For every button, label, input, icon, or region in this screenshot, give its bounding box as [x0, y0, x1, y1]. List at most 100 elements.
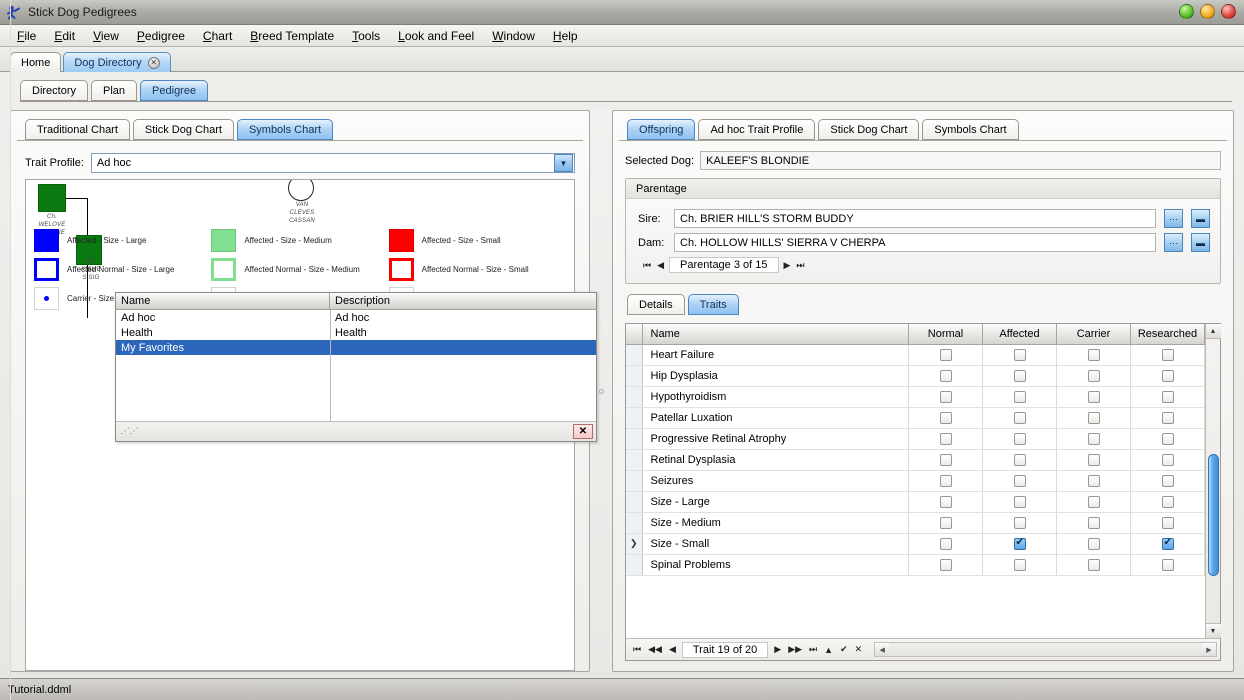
traits-horizontal-scrollbar[interactable]: ◀▶: [874, 642, 1217, 657]
trait-normal-cell[interactable]: [909, 512, 983, 533]
trait-researched-cell[interactable]: [1131, 491, 1205, 512]
menu-item-pedigree[interactable]: Pedigree: [128, 27, 194, 45]
trait-carrier-cell[interactable]: [1057, 512, 1131, 533]
menu-item-breed-template[interactable]: Breed Template: [241, 27, 343, 45]
doc-tab-home[interactable]: Home: [10, 52, 61, 72]
trait-carrier-cell[interactable]: [1057, 533, 1131, 554]
trait-normal-cell[interactable]: [909, 554, 983, 575]
traits-up-icon[interactable]: ▲: [823, 645, 834, 655]
trait-carrier-cell[interactable]: [1057, 491, 1131, 512]
menu-item-look-and-feel[interactable]: Look and Feel: [389, 27, 483, 45]
trait-affected-cell[interactable]: [983, 428, 1057, 449]
scroll-thumb[interactable]: [1208, 454, 1219, 576]
menu-item-tools[interactable]: Tools: [343, 27, 389, 45]
trait-affected-cell[interactable]: [983, 491, 1057, 512]
sire-field[interactable]: Ch. BRIER HILL'S STORM BUDDY: [674, 209, 1156, 228]
checkbox-normal[interactable]: [940, 412, 952, 424]
trait-normal-cell[interactable]: [909, 470, 983, 491]
checkbox-normal[interactable]: [940, 454, 952, 466]
traits-cancel-icon[interactable]: ✕: [854, 644, 864, 655]
trait-normal-cell[interactable]: [909, 449, 983, 470]
traits-vertical-scrollbar[interactable]: ▲ ▼: [1205, 324, 1220, 638]
splitter-grip[interactable]: [599, 389, 604, 394]
menu-item-help[interactable]: Help: [544, 27, 587, 45]
table-row[interactable]: Heart Failure: [626, 344, 1205, 365]
parentage-prev-icon[interactable]: ◀: [656, 260, 665, 271]
trait-researched-cell[interactable]: [1131, 344, 1205, 365]
trait-affected-cell[interactable]: [983, 554, 1057, 575]
scroll-down-icon[interactable]: ▼: [1206, 623, 1221, 638]
table-row[interactable]: Patellar Luxation: [626, 407, 1205, 428]
trait-researched-cell[interactable]: [1131, 512, 1205, 533]
scroll-track[interactable]: [1206, 339, 1221, 623]
checkbox-carrier[interactable]: [1088, 559, 1100, 571]
chevron-down-icon[interactable]: ▼: [554, 154, 573, 172]
checkbox-affected[interactable]: [1014, 433, 1026, 445]
checkbox-researched[interactable]: [1162, 559, 1174, 571]
scroll-right-icon[interactable]: ▶: [1202, 643, 1216, 656]
close-icon[interactable]: ✕: [148, 57, 160, 69]
trait-carrier-cell[interactable]: [1057, 428, 1131, 449]
scroll-left-icon[interactable]: ◀: [875, 643, 889, 656]
tab-pedigree[interactable]: Pedigree: [140, 80, 208, 101]
checkbox-normal[interactable]: [940, 433, 952, 445]
dam-browse-button[interactable]: ···: [1164, 233, 1183, 252]
trait-normal-cell[interactable]: [909, 428, 983, 449]
trait-affected-cell[interactable]: [983, 512, 1057, 533]
trait-normal-cell[interactable]: [909, 365, 983, 386]
dropdown-close-button[interactable]: ✕: [573, 424, 593, 439]
traits-col-carrier[interactable]: Carrier: [1057, 324, 1131, 344]
traits-first-icon[interactable]: ⏮: [632, 644, 642, 655]
trait-profile-dropdown[interactable]: Name Description Ad hocAd hocHealthHealt…: [115, 292, 597, 442]
trait-researched-cell[interactable]: [1131, 449, 1205, 470]
checkbox-normal[interactable]: [940, 559, 952, 571]
checkbox-affected[interactable]: [1014, 349, 1026, 361]
menu-item-file[interactable]: File: [8, 27, 45, 45]
trait-researched-cell[interactable]: [1131, 365, 1205, 386]
sire-clear-button[interactable]: ▬: [1191, 209, 1210, 228]
checkbox-normal[interactable]: [940, 517, 952, 529]
checkbox-affected[interactable]: [1014, 391, 1026, 403]
table-row[interactable]: Spinal Problems: [626, 554, 1205, 575]
traits-col-name[interactable]: Name: [642, 324, 909, 344]
trait-researched-cell[interactable]: [1131, 428, 1205, 449]
trait-affected-cell[interactable]: [983, 386, 1057, 407]
traits-next-page-icon[interactable]: ▶▶: [787, 644, 803, 655]
parentage-first-icon[interactable]: ⏮: [642, 260, 652, 271]
checkbox-affected[interactable]: [1014, 370, 1026, 382]
checkbox-carrier[interactable]: [1088, 496, 1100, 508]
trait-affected-cell[interactable]: [983, 470, 1057, 491]
table-row[interactable]: Hypothyroidism: [626, 386, 1205, 407]
trait-normal-cell[interactable]: [909, 386, 983, 407]
checkbox-normal[interactable]: [940, 496, 952, 508]
trait-carrier-cell[interactable]: [1057, 449, 1131, 470]
table-row[interactable]: Size - Medium: [626, 512, 1205, 533]
checkbox-researched[interactable]: [1162, 517, 1174, 529]
table-row[interactable]: Hip Dysplasia: [626, 365, 1205, 386]
right-tab-ad-hoc-trait-profile[interactable]: Ad hoc Trait Profile: [698, 119, 815, 140]
checkbox-researched[interactable]: [1162, 370, 1174, 382]
trait-carrier-cell[interactable]: [1057, 344, 1131, 365]
checkbox-affected[interactable]: [1014, 496, 1026, 508]
menu-item-window[interactable]: Window: [483, 27, 544, 45]
checkbox-affected[interactable]: [1014, 559, 1026, 571]
dam-field[interactable]: Ch. HOLLOW HILLS' SIERRA V CHERPA: [674, 233, 1156, 252]
detail-tab-traits[interactable]: Traits: [688, 294, 739, 315]
table-row[interactable]: Progressive Retinal Atrophy: [626, 428, 1205, 449]
trait-normal-cell[interactable]: [909, 407, 983, 428]
checkbox-carrier[interactable]: [1088, 412, 1100, 424]
checkbox-carrier[interactable]: [1088, 517, 1100, 529]
doc-tab-dog-directory[interactable]: Dog Directory✕: [63, 52, 170, 72]
parentage-next-icon[interactable]: ▶: [783, 260, 792, 271]
trait-researched-cell[interactable]: [1131, 407, 1205, 428]
trait-carrier-cell[interactable]: [1057, 554, 1131, 575]
menu-item-chart[interactable]: Chart: [194, 27, 241, 45]
detail-tab-details[interactable]: Details: [627, 294, 685, 315]
right-tab-stick-dog-chart[interactable]: Stick Dog Chart: [818, 119, 919, 140]
trait-normal-cell[interactable]: [909, 533, 983, 554]
trait-affected-cell[interactable]: [983, 344, 1057, 365]
traits-prev-page-icon[interactable]: ◀◀: [647, 644, 663, 655]
trait-researched-cell[interactable]: [1131, 470, 1205, 491]
traits-col-researched[interactable]: Researched: [1131, 324, 1205, 344]
menu-item-view[interactable]: View: [84, 27, 128, 45]
